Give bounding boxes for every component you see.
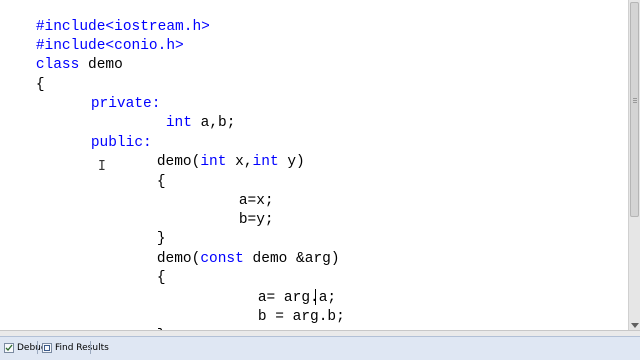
keyword-int: int bbox=[165, 115, 192, 131]
code-line-1[interactable]: #include<iostream.h> bbox=[1, 0, 210, 35]
code-line-3[interactable]: class demo bbox=[1, 35, 123, 73]
ibeam-cursor-icon: I bbox=[98, 159, 106, 174]
code-line-12[interactable]: } bbox=[122, 209, 166, 247]
code-line-13[interactable]: demo(const demo &arg) bbox=[122, 229, 340, 267]
code-line-11[interactable]: b=y; bbox=[204, 190, 274, 228]
scrollbar-thumb[interactable] bbox=[630, 2, 639, 217]
code-line-6[interactable]: int a,b; bbox=[131, 93, 236, 131]
debug-icon bbox=[4, 343, 14, 353]
code-line-10[interactable]: a=x; bbox=[204, 171, 274, 209]
code-line-17[interactable]: } bbox=[122, 306, 166, 330]
tab-find-results-label: Find Results bbox=[55, 343, 109, 353]
code-line-8[interactable]: demo(int x,int y) bbox=[122, 132, 305, 170]
code-line-9[interactable]: { bbox=[122, 152, 166, 190]
param-text: x, bbox=[226, 154, 253, 170]
code-line-5[interactable]: private: bbox=[56, 74, 161, 112]
code-line-15[interactable]: a= arg.a; bbox=[223, 268, 336, 306]
code-line-14[interactable]: { bbox=[122, 248, 166, 286]
brace-text: { bbox=[35, 77, 45, 93]
tab-separator bbox=[90, 341, 91, 354]
code-line-7[interactable]: public: bbox=[56, 113, 152, 151]
member-declaration-text: a,b; bbox=[191, 115, 236, 131]
code-line-16[interactable]: b = arg.b; bbox=[223, 287, 345, 325]
brace-text: { bbox=[156, 174, 166, 190]
vertical-scrollbar[interactable] bbox=[628, 0, 640, 330]
brace-text: { bbox=[156, 270, 166, 286]
param-text: y) bbox=[278, 154, 305, 170]
scroll-down-arrow-icon[interactable] bbox=[631, 323, 639, 328]
assignment-text: b=y; bbox=[238, 212, 274, 228]
code-line-2[interactable]: #include<conio.h> bbox=[1, 16, 184, 54]
output-tab-strip: Debug Find Results bbox=[0, 336, 640, 360]
grip-icon bbox=[633, 98, 637, 99]
code-line-4[interactable]: { bbox=[1, 55, 45, 93]
param-text: demo &arg) bbox=[243, 251, 340, 267]
tab-separator bbox=[37, 341, 38, 354]
code-editor[interactable]: #include<iostream.h> #include<conio.h> c… bbox=[0, 0, 628, 330]
class-name-text: demo bbox=[79, 57, 123, 73]
keyword-const: const bbox=[200, 251, 244, 267]
tab-find-results[interactable]: Find Results bbox=[40, 340, 112, 356]
keyword-int: int bbox=[252, 154, 279, 170]
keyword-int: int bbox=[200, 154, 227, 170]
assignment-text: b = arg.b; bbox=[257, 309, 345, 325]
find-results-icon bbox=[42, 343, 52, 353]
text-caret bbox=[315, 289, 316, 305]
